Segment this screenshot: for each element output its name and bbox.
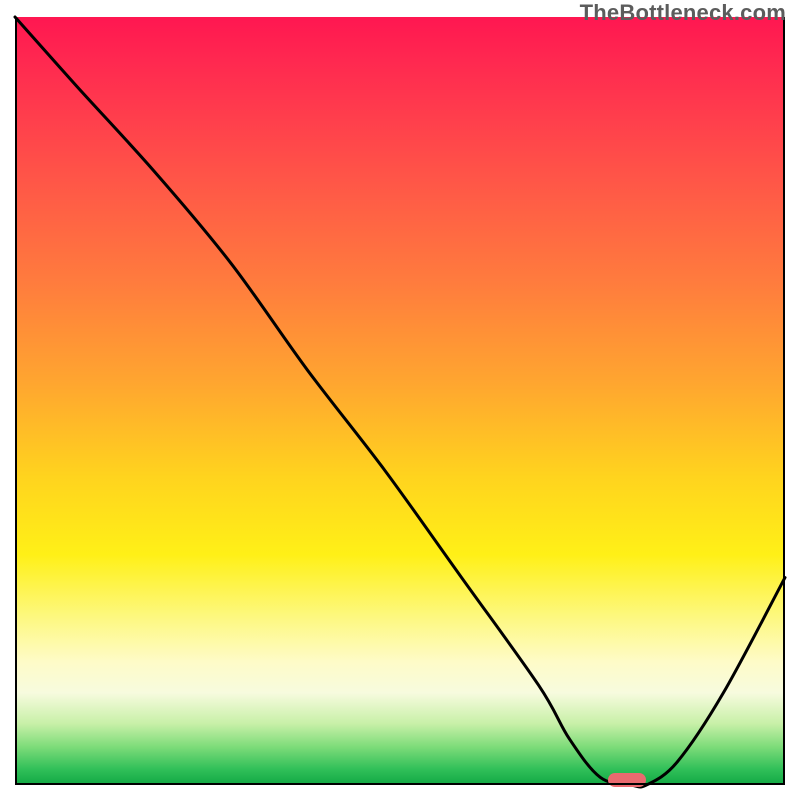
axis-bottom — [15, 783, 785, 785]
chart-container: TheBottleneck.com — [0, 0, 800, 800]
axis-right — [783, 17, 785, 785]
watermark-label: TheBottleneck.com — [580, 0, 786, 26]
bottleneck-curve — [15, 17, 785, 785]
axis-left — [15, 17, 17, 785]
optimal-range-marker — [608, 773, 647, 787]
